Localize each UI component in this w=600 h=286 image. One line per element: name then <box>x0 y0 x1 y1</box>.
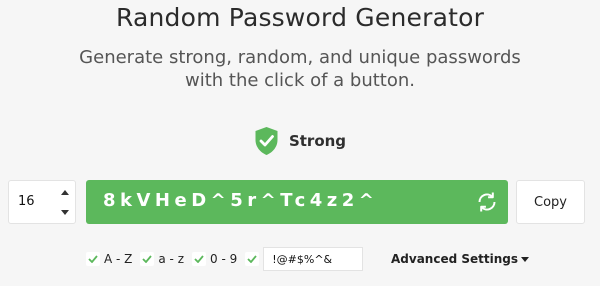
checkbox-symbols[interactable] <box>245 252 260 266</box>
option-numbers[interactable]: 0 - 9 <box>192 252 237 266</box>
option-symbols[interactable] <box>245 247 364 271</box>
shield-check-icon <box>255 127 278 155</box>
checkbox-numbers[interactable] <box>192 252 207 266</box>
page-title: Random Password Generator <box>115 3 485 32</box>
option-uppercase[interactable]: A - Z <box>86 252 132 266</box>
advanced-settings-label: Advanced Settings <box>391 252 519 266</box>
strength-label: Strong <box>288 132 347 150</box>
check-icon <box>194 255 204 263</box>
page-subtitle: Generate strong, random, and unique pass… <box>79 47 521 91</box>
password-display[interactable]: 8kVHeD^5r^Tc4z2^ <box>86 180 508 224</box>
check-icon <box>247 255 257 263</box>
increment-button[interactable] <box>58 182 72 202</box>
length-stepper[interactable] <box>55 181 75 223</box>
advanced-settings-toggle[interactable]: Advanced Settings <box>391 252 530 266</box>
password-strength: Strong <box>0 126 600 156</box>
length-input[interactable]: 16 <box>8 180 76 224</box>
copy-button[interactable]: Copy <box>516 180 585 224</box>
refresh-icon[interactable] <box>475 190 499 214</box>
length-value: 16 <box>18 194 35 209</box>
option-label: a - z <box>158 252 185 266</box>
chevron-up-icon <box>61 189 69 195</box>
decrement-button[interactable] <box>58 202 72 222</box>
chevron-down-icon <box>61 209 69 215</box>
password-text[interactable]: 8kVHeD^5r^Tc4z2^ <box>103 190 378 211</box>
character-options: A - Z a - z 0 - 9 <box>86 247 371 271</box>
option-label: 0 - 9 <box>210 252 238 266</box>
option-label: A - Z <box>104 252 133 266</box>
check-icon <box>142 255 153 263</box>
checkbox-uppercase[interactable] <box>86 252 100 266</box>
caret-down-icon <box>521 256 530 262</box>
check-icon <box>88 255 98 263</box>
symbols-input[interactable] <box>263 247 364 271</box>
checkbox-lowercase[interactable] <box>140 252 155 266</box>
option-lowercase[interactable]: a - z <box>140 252 184 266</box>
